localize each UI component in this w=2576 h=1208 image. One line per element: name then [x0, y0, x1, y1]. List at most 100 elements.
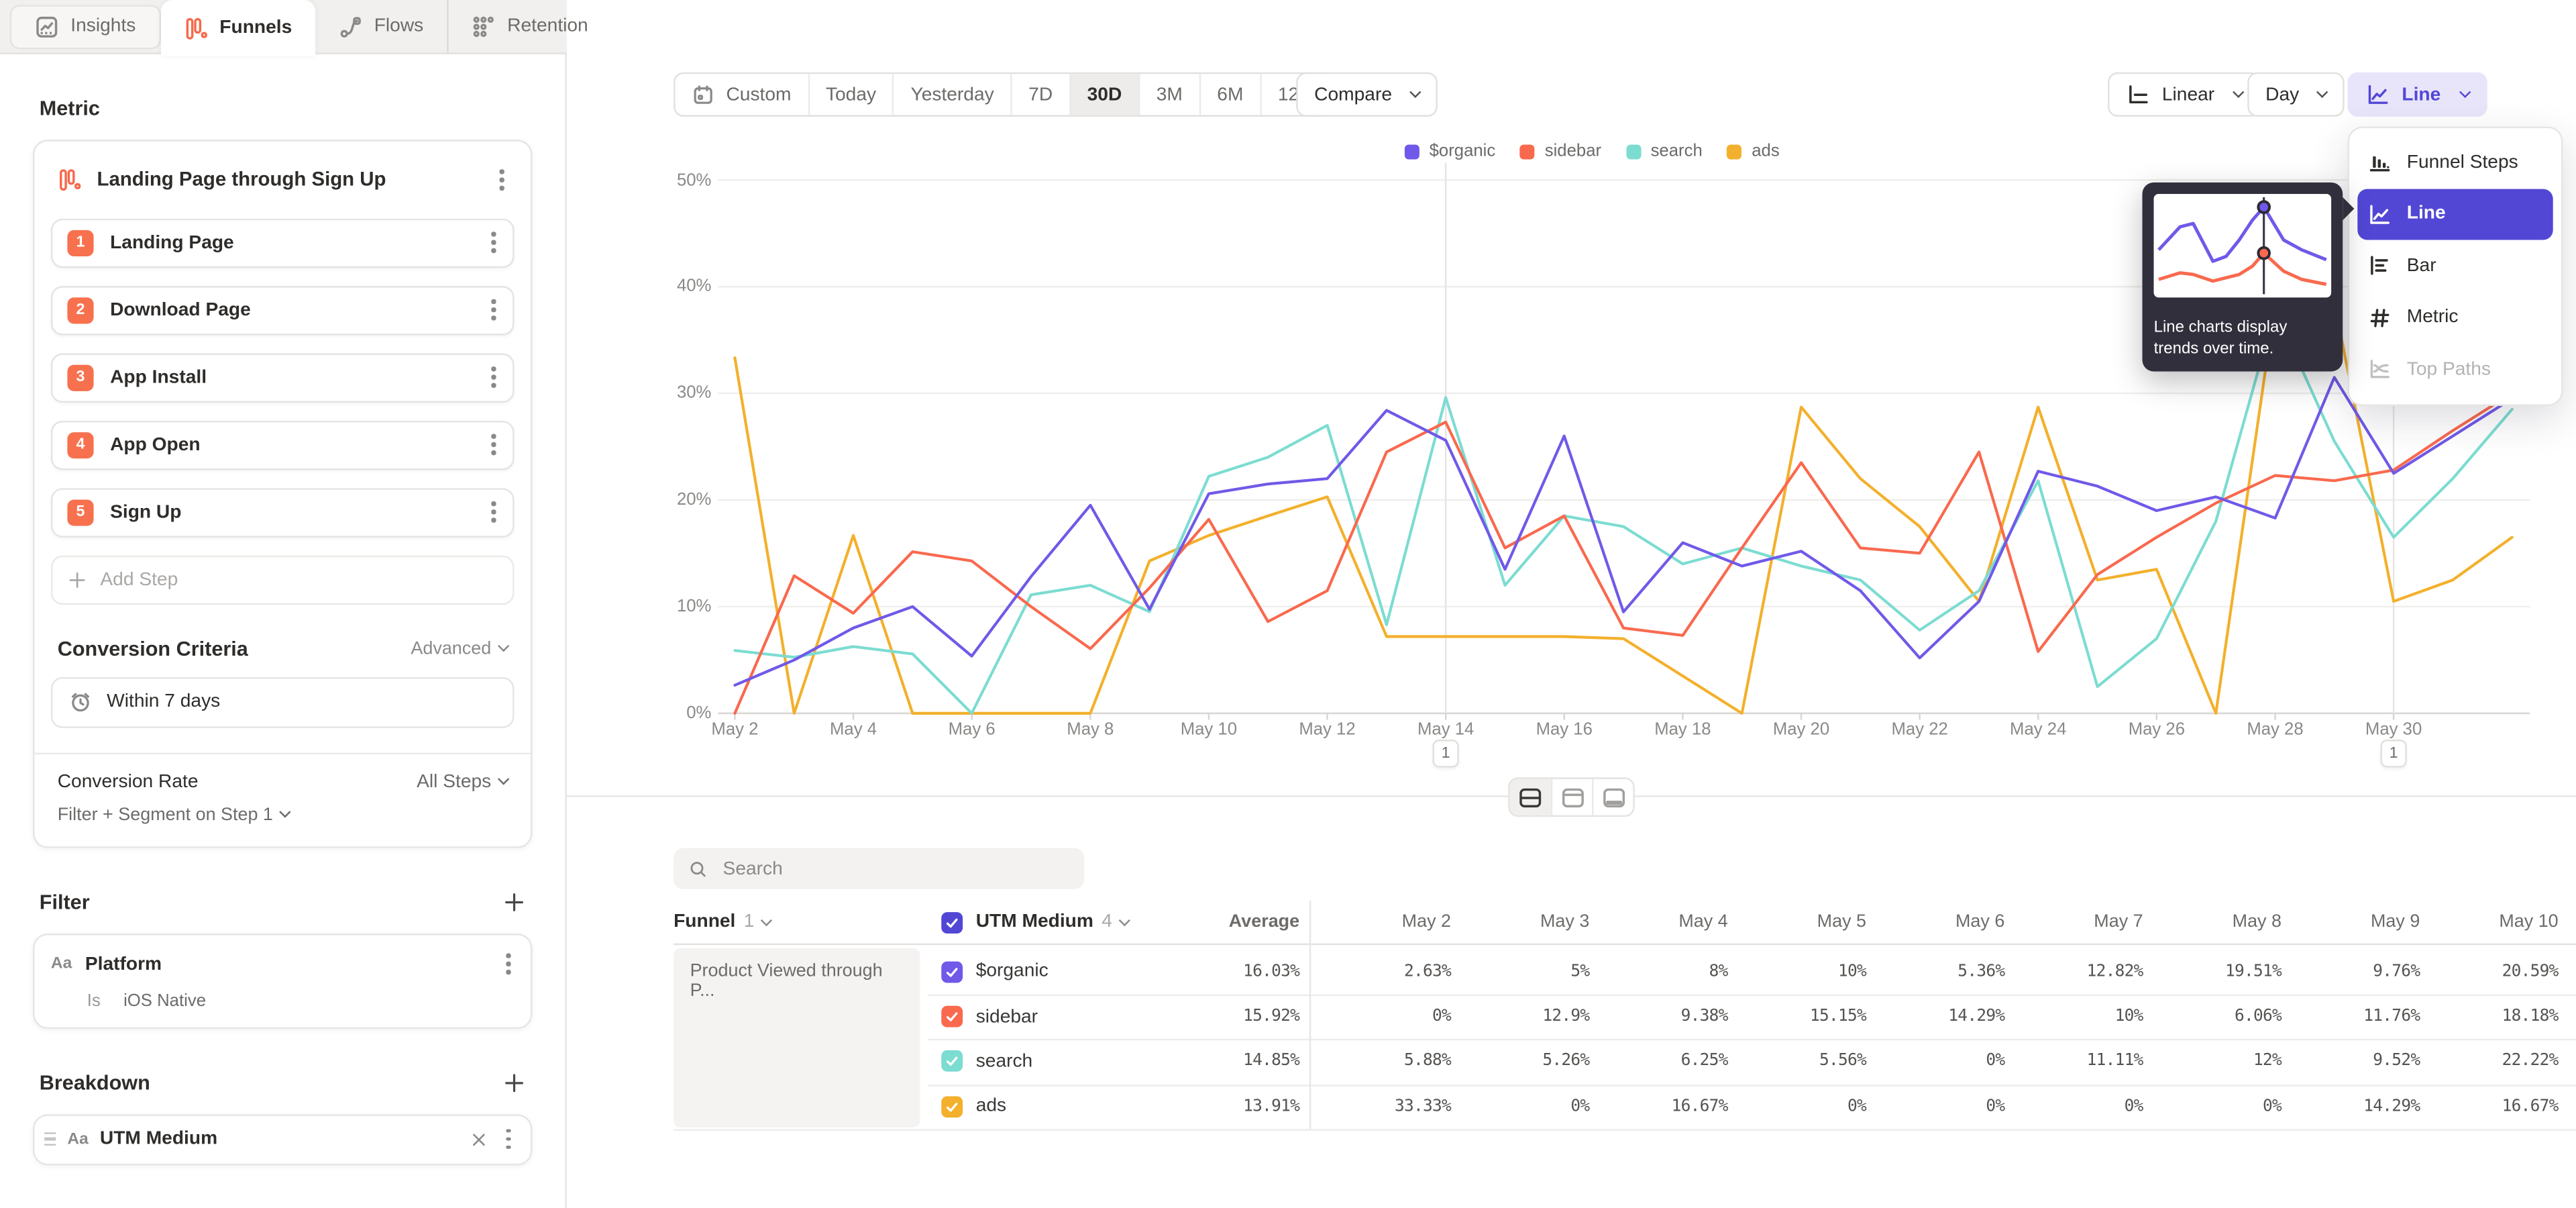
table-cell: 14.29%: [2318, 1085, 2456, 1129]
range-7d[interactable]: 7D: [1010, 74, 1069, 115]
x-axis-label: May 30: [2345, 720, 2443, 740]
series-checkbox[interactable]: [941, 1096, 963, 1117]
table-row-ads[interactable]: ads: [941, 1085, 1006, 1129]
table-row-search[interactable]: search: [941, 1039, 1032, 1084]
funnel-step-app-install[interactable]: 3App Install: [51, 352, 515, 401]
series-checkbox[interactable]: [941, 961, 963, 983]
axis-scale-button[interactable]: Linear: [2108, 72, 2261, 117]
column-header-may-9[interactable]: May 9: [2318, 901, 2456, 944]
breakdown-card[interactable]: Aa UTM Medium: [33, 1113, 532, 1164]
column-header-may-4[interactable]: May 4: [1625, 901, 1764, 944]
retention-icon: [471, 14, 496, 39]
table-cell: 0%: [1349, 994, 1487, 1039]
range-yesterday[interactable]: Yesterday: [893, 74, 1011, 115]
series-line-sidebar[interactable]: [735, 393, 2512, 713]
table-row-sidebar[interactable]: sidebar: [941, 994, 1038, 1039]
column-header-may-5[interactable]: May 5: [1764, 901, 1902, 944]
column-header-may-2[interactable]: May 2: [1349, 901, 1487, 944]
series-checkbox[interactable]: [941, 1051, 963, 1072]
step-menu-button[interactable]: [485, 293, 502, 327]
granularity-button[interactable]: Day: [2247, 72, 2345, 117]
metric-card: Landing Page through Sign Up 1Landing Pa…: [33, 140, 532, 847]
layout-toggle-panel-top[interactable]: [1551, 779, 1592, 815]
x-axis-label: May 10: [1159, 720, 1258, 740]
split-horizontal-icon: [1518, 785, 1543, 809]
annotation-badge[interactable]: 1: [2380, 740, 2406, 768]
chart-type-button[interactable]: Line: [2348, 72, 2487, 117]
filter-card[interactable]: Aa Platform Is iOS Native: [33, 933, 532, 1028]
funnel-step-landing-page[interactable]: 1Landing Page: [51, 218, 515, 267]
funnel-column-dropdown[interactable]: Funnel1: [674, 901, 771, 944]
menu-item-top-paths: Top Paths: [2357, 344, 2553, 395]
step-number-badge: 4: [67, 432, 93, 458]
breakdown-property: UTM Medium: [100, 1129, 459, 1149]
compare-button[interactable]: Compare: [1296, 72, 1438, 117]
layout-toggle-panel-bottom[interactable]: [1592, 779, 1633, 815]
step-number-badge: 3: [67, 364, 93, 391]
remove-breakdown-icon[interactable]: [470, 1130, 488, 1148]
table-cell: 22.22%: [2456, 1039, 2576, 1084]
column-header-may-7[interactable]: May 7: [2041, 901, 2179, 944]
average-column-header[interactable]: Average: [1150, 901, 1299, 944]
funnel-step-download-page[interactable]: 2Download Page: [51, 285, 515, 334]
add-filter-button[interactable]: [502, 890, 525, 913]
layout-toggle-split-horizontal[interactable]: [1510, 779, 1551, 815]
panel-bottom-icon: [1601, 785, 1626, 809]
table-cell: 6.25%: [1625, 1039, 1764, 1084]
column-header-may-6[interactable]: May 6: [1902, 901, 2041, 944]
panel-top-icon: [1560, 785, 1585, 809]
check-icon: [945, 1099, 959, 1114]
table-row-organic[interactable]: $organic: [941, 949, 1048, 994]
range-today[interactable]: Today: [808, 74, 893, 115]
conversion-window-button[interactable]: Within 7 days: [51, 676, 515, 727]
table-cell: 19.51%: [2180, 949, 2318, 994]
metric-menu-button[interactable]: [494, 162, 511, 196]
menu-item-bar[interactable]: Bar: [2357, 240, 2553, 292]
series-checkbox[interactable]: [941, 1006, 963, 1027]
table-cell: 14.29%: [1902, 994, 2041, 1039]
funnel-group-cell[interactable]: Product Viewed through P...: [674, 948, 920, 1127]
column-header-may-3[interactable]: May 3: [1487, 901, 1625, 944]
filter-menu-button[interactable]: [500, 947, 517, 980]
advanced-dropdown[interactable]: Advanced: [411, 639, 507, 658]
breakdown-checkbox[interactable]: [941, 911, 963, 933]
table-cell: 0%: [2041, 1085, 2179, 1129]
column-header-may-10[interactable]: May 10: [2456, 901, 2576, 944]
check-icon: [945, 1009, 959, 1024]
all-steps-dropdown[interactable]: All Steps: [417, 772, 508, 791]
table-cell: 11.11%: [2041, 1039, 2179, 1084]
funnel-step-sign-up[interactable]: 5Sign Up: [51, 487, 515, 536]
tab-funnels[interactable]: Funnels: [160, 0, 315, 56]
step-menu-button[interactable]: [485, 427, 502, 461]
table-cell: 20.59%: [2456, 949, 2576, 994]
range-custom[interactable]: Custom: [676, 74, 808, 115]
step-menu-button[interactable]: [485, 360, 502, 394]
add-breakdown-button[interactable]: [502, 1071, 525, 1094]
filter-segment-dropdown[interactable]: Filter + Segment on Step 1: [58, 805, 508, 824]
tab-flows[interactable]: Flows: [315, 0, 447, 52]
tab-insights[interactable]: Insights: [10, 4, 160, 48]
search-icon: [688, 859, 708, 878]
annotation-badge[interactable]: 1: [1433, 740, 1459, 768]
range-30d[interactable]: 30D: [1069, 74, 1138, 115]
funnel-step-app-open[interactable]: 4App Open: [51, 420, 515, 469]
x-axis-label: May 22: [1870, 720, 1969, 740]
drag-handle-icon[interactable]: [44, 1132, 56, 1146]
range-3m[interactable]: 3M: [1138, 74, 1199, 115]
step-menu-button[interactable]: [485, 225, 502, 259]
column-header-may-8[interactable]: May 8: [2180, 901, 2318, 944]
range-6m[interactable]: 6M: [1199, 74, 1260, 115]
search-input[interactable]: [720, 857, 1070, 880]
menu-item-funnel-steps[interactable]: Funnel Steps: [2357, 136, 2553, 188]
add-step-button[interactable]: Add Step: [51, 555, 515, 604]
breakdown-menu-button[interactable]: [500, 1122, 517, 1156]
filter-operator[interactable]: Is: [87, 991, 101, 1010]
breakdown-column-dropdown[interactable]: UTM Medium4: [941, 901, 1128, 944]
tab-retention[interactable]: Retention: [447, 0, 611, 52]
menu-item-line[interactable]: Line: [2357, 188, 2553, 240]
y-axis-label: 40%: [655, 276, 711, 296]
table-cell: 0%: [1764, 1085, 1902, 1129]
menu-item-metric[interactable]: Metric: [2357, 292, 2553, 344]
step-menu-button[interactable]: [485, 495, 502, 529]
filter-value[interactable]: iOS Native: [123, 991, 206, 1010]
